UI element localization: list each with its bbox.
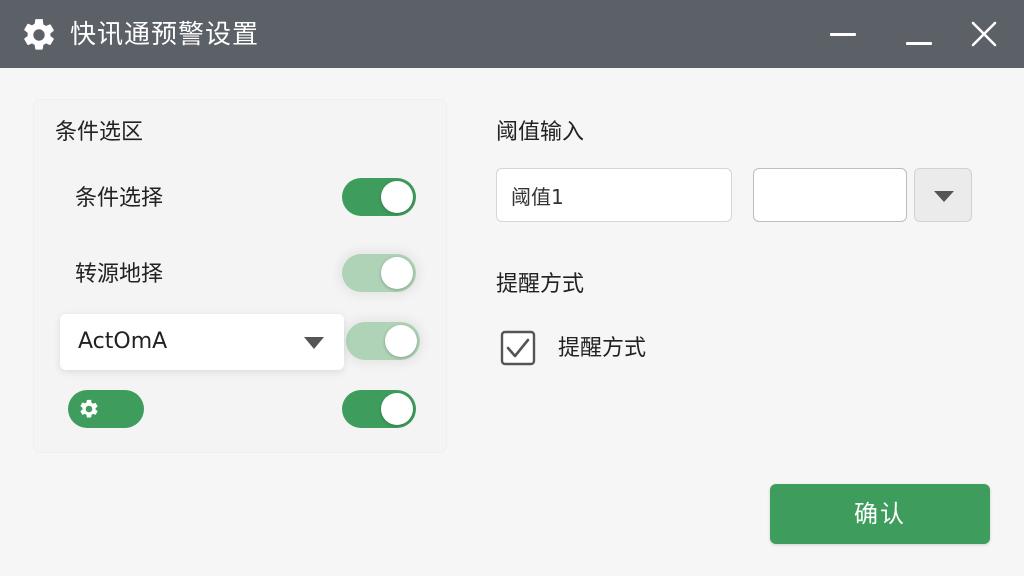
settings-pill-button[interactable] xyxy=(68,390,144,428)
close-button[interactable] xyxy=(964,18,1004,52)
confirm-button[interactable]: 确认 xyxy=(770,484,990,544)
toggle-knob xyxy=(381,257,413,289)
reminder-section-title: 提醒方式 xyxy=(496,272,585,297)
chevron-down-icon xyxy=(304,337,324,349)
condition-select-label: 条件选择 xyxy=(75,186,164,211)
title-bar: 快讯通预警设置 xyxy=(0,0,1024,68)
dropdown-toggle[interactable] xyxy=(346,322,420,360)
gear-icon xyxy=(80,399,98,418)
threshold-input-1[interactable] xyxy=(496,168,732,222)
toggle-knob xyxy=(381,181,413,213)
toggle-knob xyxy=(381,393,413,425)
reminder-checkbox[interactable] xyxy=(500,330,536,366)
reminder-checkbox-label: 提醒方式 xyxy=(558,336,647,361)
condition-select-toggle[interactable] xyxy=(342,178,416,216)
threshold-section-title: 阈值输入 xyxy=(496,120,585,145)
action-dropdown-value: ActOmA xyxy=(78,329,168,354)
chevron-down-icon xyxy=(934,191,954,202)
gear-icon xyxy=(24,19,54,50)
bottom-toggle[interactable] xyxy=(342,390,416,428)
minimize-icon xyxy=(906,42,932,45)
action-dropdown[interactable]: ActOmA xyxy=(60,314,344,370)
threshold-dropdown-button[interactable] xyxy=(914,168,972,222)
settings-window: 快讯通预警设置 条件选区 条件选择 转源地择 ActOmA 阈值输入 阈值1 提… xyxy=(0,0,1024,576)
minimize-button[interactable] xyxy=(822,18,862,52)
source-select-toggle[interactable] xyxy=(342,254,416,292)
close-icon xyxy=(971,21,997,47)
window-title: 快讯通预警设置 xyxy=(70,20,260,50)
toggle-knob xyxy=(385,325,417,357)
condition-section-title: 条件选区 xyxy=(55,120,144,145)
minimize-icon xyxy=(830,33,856,36)
threshold-input-2[interactable] xyxy=(753,168,907,222)
source-select-label: 转源地择 xyxy=(75,262,164,287)
minimize-button-secondary[interactable] xyxy=(898,18,938,52)
